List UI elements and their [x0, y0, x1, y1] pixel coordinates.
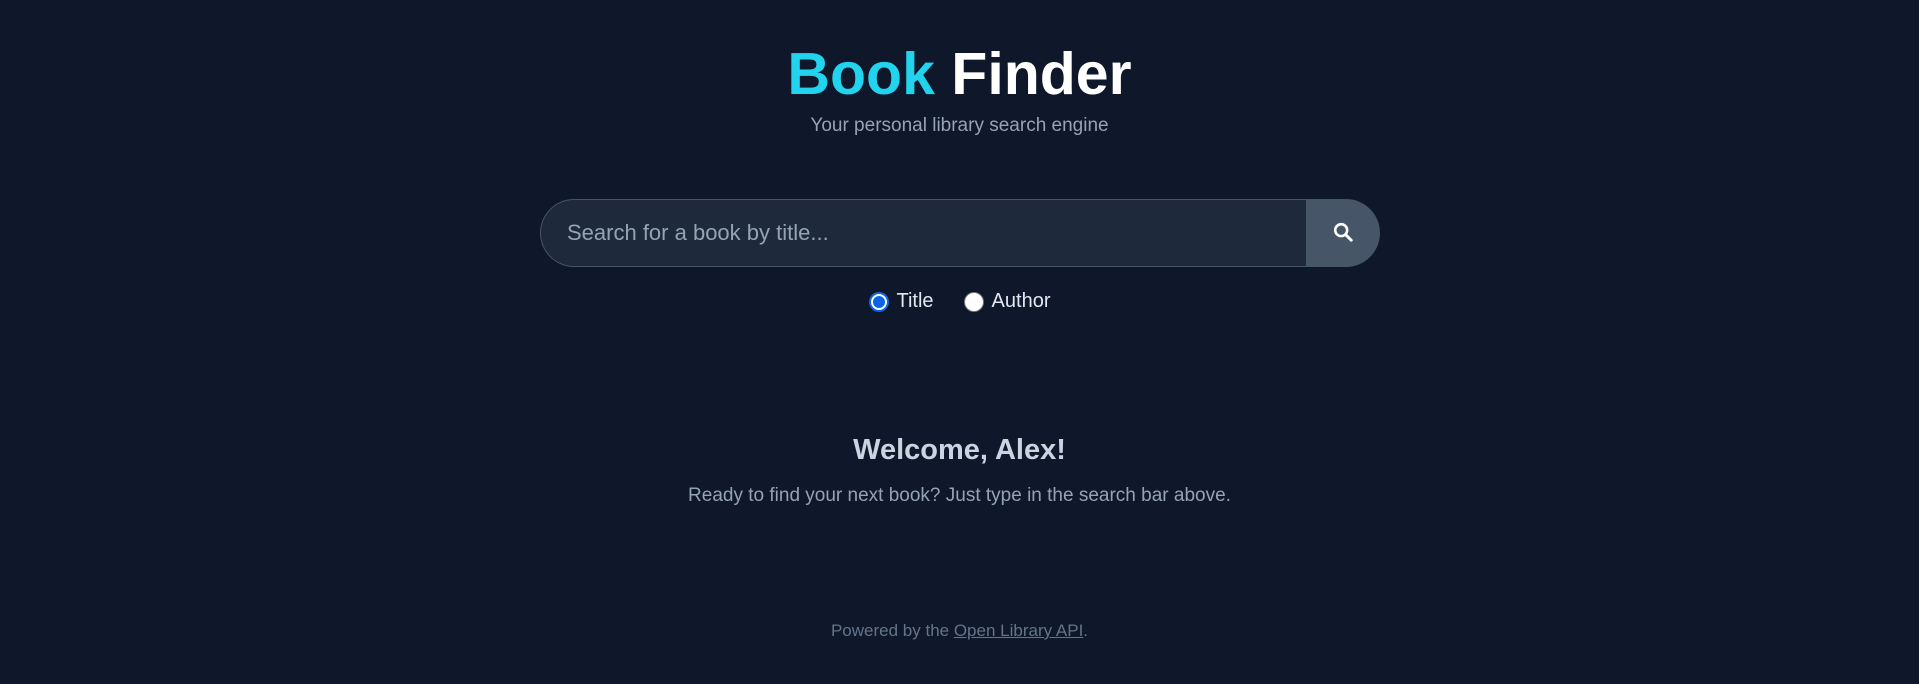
app-subtitle: Your personal library search engine: [810, 115, 1109, 136]
radio-option-title[interactable]: Title: [868, 290, 934, 313]
app-title-main: Finder: [951, 41, 1132, 107]
welcome-section: Welcome, Alex! Ready to find your next b…: [0, 430, 1919, 508]
app-title: Book Finder: [0, 38, 1919, 110]
welcome-text: Ready to find your next book? Just type …: [688, 485, 1231, 506]
footer: Powered by the Open Library API.: [0, 620, 1919, 642]
author-radio-label: Author: [991, 290, 1051, 312]
search-bar: [540, 199, 1380, 267]
title-radio-label: Title: [896, 290, 934, 312]
search-input[interactable]: [540, 199, 1306, 267]
search-icon: [1332, 221, 1354, 246]
title-radio[interactable]: [868, 291, 889, 312]
radio-option-author[interactable]: Author: [963, 290, 1051, 313]
open-library-link[interactable]: Open Library API: [954, 621, 1083, 640]
search-button[interactable]: [1306, 199, 1380, 267]
page: Book Finder Your personal library search…: [0, 0, 1919, 684]
footer-prefix: Powered by the: [830, 621, 954, 640]
search-mode-options: Title Author: [0, 290, 1919, 313]
author-radio[interactable]: [963, 291, 984, 312]
app-title-accent: Book: [787, 41, 935, 107]
welcome-heading: Welcome, Alex!: [853, 434, 1066, 466]
header: Book Finder Your personal library search…: [0, 38, 1919, 138]
footer-suffix: .: [1083, 621, 1089, 640]
